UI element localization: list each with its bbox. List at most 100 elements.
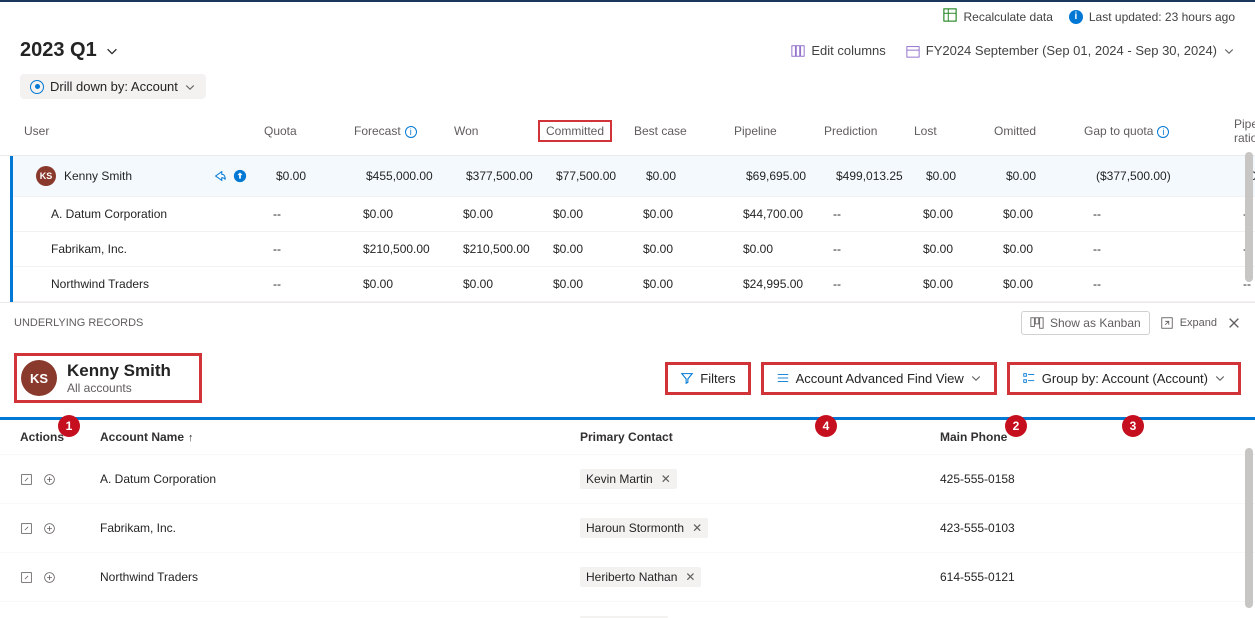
col-user[interactable]: User	[20, 120, 260, 142]
drilldown-label: Drill down by: Account	[50, 79, 178, 94]
arrow-up-circle-icon[interactable]	[233, 169, 247, 183]
kanban-button[interactable]: Show as Kanban	[1021, 311, 1150, 335]
close-icon[interactable]	[1227, 316, 1241, 330]
edit-columns-button[interactable]: Edit columns	[791, 43, 885, 58]
daterange-label: FY2024 September (Sep 01, 2024 - Sep 30,…	[926, 43, 1217, 58]
recalculate-label: Recalculate data	[963, 10, 1052, 24]
expand-button[interactable]: Expand	[1160, 316, 1217, 330]
info-icon: i	[1069, 10, 1083, 24]
groupby-selector[interactable]: Group by: Account (Account)	[1007, 362, 1241, 395]
contact-chip[interactable]: Haroun Stormonth✕	[580, 518, 708, 538]
cell-omitted: $0.00	[1003, 207, 1093, 221]
cell-omitted: $0.00	[1006, 169, 1096, 183]
daterange-selector[interactable]: FY2024 September (Sep 01, 2024 - Sep 30,…	[906, 43, 1235, 58]
cell-lost: $0.00	[926, 169, 1006, 183]
cell-omitted: $0.00	[1003, 277, 1093, 291]
col-won[interactable]: Won	[450, 120, 540, 142]
filters-button[interactable]: Filters	[665, 362, 750, 395]
period-selector[interactable]: 2023 Q1	[20, 39, 119, 62]
cell-bestcase: $0.00	[646, 169, 746, 183]
cell-lost: $0.00	[923, 242, 1003, 256]
col-prediction[interactable]: Prediction	[820, 120, 910, 142]
cell-prediction: --	[833, 277, 923, 291]
sort-asc-icon: ↑	[188, 432, 194, 444]
cell-quota: $0.00	[276, 169, 366, 183]
add-circle-icon[interactable]	[43, 522, 56, 535]
callout-3: 3	[1122, 415, 1144, 437]
phone: 425-555-0158	[940, 472, 1240, 486]
detail-user-name: Kenny Smith	[67, 361, 171, 381]
open-icon[interactable]	[20, 473, 33, 486]
open-icon[interactable]	[20, 571, 33, 584]
cell-won: $0.00	[463, 207, 553, 221]
col-committed[interactable]: Committed	[540, 116, 630, 146]
col-lost[interactable]: Lost	[910, 120, 990, 142]
cell-quota: --	[273, 242, 363, 256]
col-quota[interactable]: Quota	[260, 120, 350, 142]
scrollbar[interactable]	[1245, 152, 1253, 282]
col-main-phone[interactable]: Main Phone	[940, 430, 1240, 444]
contact-chip[interactable]: Heriberto Nathan✕	[580, 567, 701, 587]
remove-icon[interactable]: ✕	[685, 570, 695, 584]
list-item[interactable]: A. Datum Corporation Kevin Martin✕ 425-5…	[0, 454, 1255, 503]
list-item[interactable]: Northwind Traders Heriberto Nathan✕ 614-…	[0, 552, 1255, 601]
col-coverage[interactable]: Pipeline coverage ratio	[1230, 113, 1255, 149]
avatar: KS	[36, 166, 56, 186]
list-item[interactable]: Fabrikam, Inc. Haroun Stormonth✕ 423-555…	[0, 503, 1255, 552]
open-icon[interactable]	[20, 522, 33, 535]
add-circle-icon[interactable]	[43, 571, 56, 584]
underlying-records-title: UNDERLYING RECORDS	[14, 317, 143, 329]
columns-icon	[791, 44, 805, 58]
info-icon[interactable]: i	[405, 126, 417, 138]
cell-quota: --	[273, 277, 363, 291]
table-row[interactable]: A. Datum Corporation -- $0.00 $0.00 $0.0…	[13, 197, 1255, 232]
cell-forecast: $455,000.00	[366, 169, 466, 183]
scrollbar[interactable]	[1245, 448, 1253, 608]
col-forecast[interactable]: Forecasti	[350, 120, 450, 142]
col-gap[interactable]: Gap to quotai	[1080, 120, 1230, 142]
col-pipeline[interactable]: Pipeline	[730, 120, 820, 142]
contact-chip[interactable]: Kevin Martin✕	[580, 469, 677, 489]
cell-lost: $0.00	[923, 277, 1003, 291]
chevron-down-icon	[184, 81, 196, 93]
list-item[interactable]: Trey Research Alex Baker✕ 619-555-0127	[0, 601, 1255, 618]
recalculate-data-link[interactable]: Recalculate data	[943, 8, 1052, 25]
cell-prediction: --	[833, 242, 923, 256]
remove-icon[interactable]: ✕	[661, 472, 671, 486]
committed-highlight: Committed	[538, 120, 612, 142]
target-icon	[30, 80, 44, 94]
account-name: Northwind Traders	[100, 570, 580, 584]
table-row[interactable]: Northwind Traders -- $0.00 $0.00 $0.00 $…	[13, 267, 1255, 302]
cell-gap: --	[1093, 242, 1243, 256]
phone: 423-555-0103	[940, 521, 1240, 535]
view-selector[interactable]: Account Advanced Find View	[761, 362, 997, 395]
detail-subtitle: All accounts	[67, 381, 171, 395]
cell-won: $0.00	[463, 277, 553, 291]
col-primary-contact[interactable]: Primary Contact	[580, 430, 940, 444]
share-icon[interactable]	[213, 169, 227, 183]
chevron-down-icon	[970, 372, 982, 384]
cell-prediction: $499,013.25	[836, 169, 926, 183]
avatar: KS	[21, 360, 57, 396]
col-bestcase[interactable]: Best case	[630, 120, 730, 142]
chevron-down-icon	[105, 44, 119, 58]
expand-icon	[1160, 316, 1174, 330]
cell-quota: --	[273, 207, 363, 221]
add-circle-icon[interactable]	[43, 473, 56, 486]
col-omitted[interactable]: Omitted	[990, 120, 1080, 142]
table-row[interactable]: Fabrikam, Inc. -- $210,500.00 $210,500.0…	[13, 232, 1255, 267]
cell-gap: ($377,500.00)	[1096, 169, 1246, 183]
drilldown-chip[interactable]: Drill down by: Account	[20, 74, 206, 99]
cell-bestcase: $0.00	[643, 207, 743, 221]
cell-committed: $0.00	[553, 242, 643, 256]
cell-prediction: --	[833, 207, 923, 221]
remove-icon[interactable]: ✕	[692, 521, 702, 535]
kanban-icon	[1030, 316, 1044, 330]
col-account-name[interactable]: Account Name↑	[100, 430, 580, 444]
table-row[interactable]: KS Kenny Smith $0.00 $455,000.00 $377,50…	[10, 156, 1255, 197]
user-detail-panel: KS Kenny Smith All accounts	[14, 353, 202, 403]
info-icon[interactable]: i	[1157, 126, 1169, 138]
cell-gap: --	[1093, 207, 1243, 221]
edit-columns-label: Edit columns	[811, 43, 885, 58]
cell-forecast: $0.00	[363, 277, 463, 291]
